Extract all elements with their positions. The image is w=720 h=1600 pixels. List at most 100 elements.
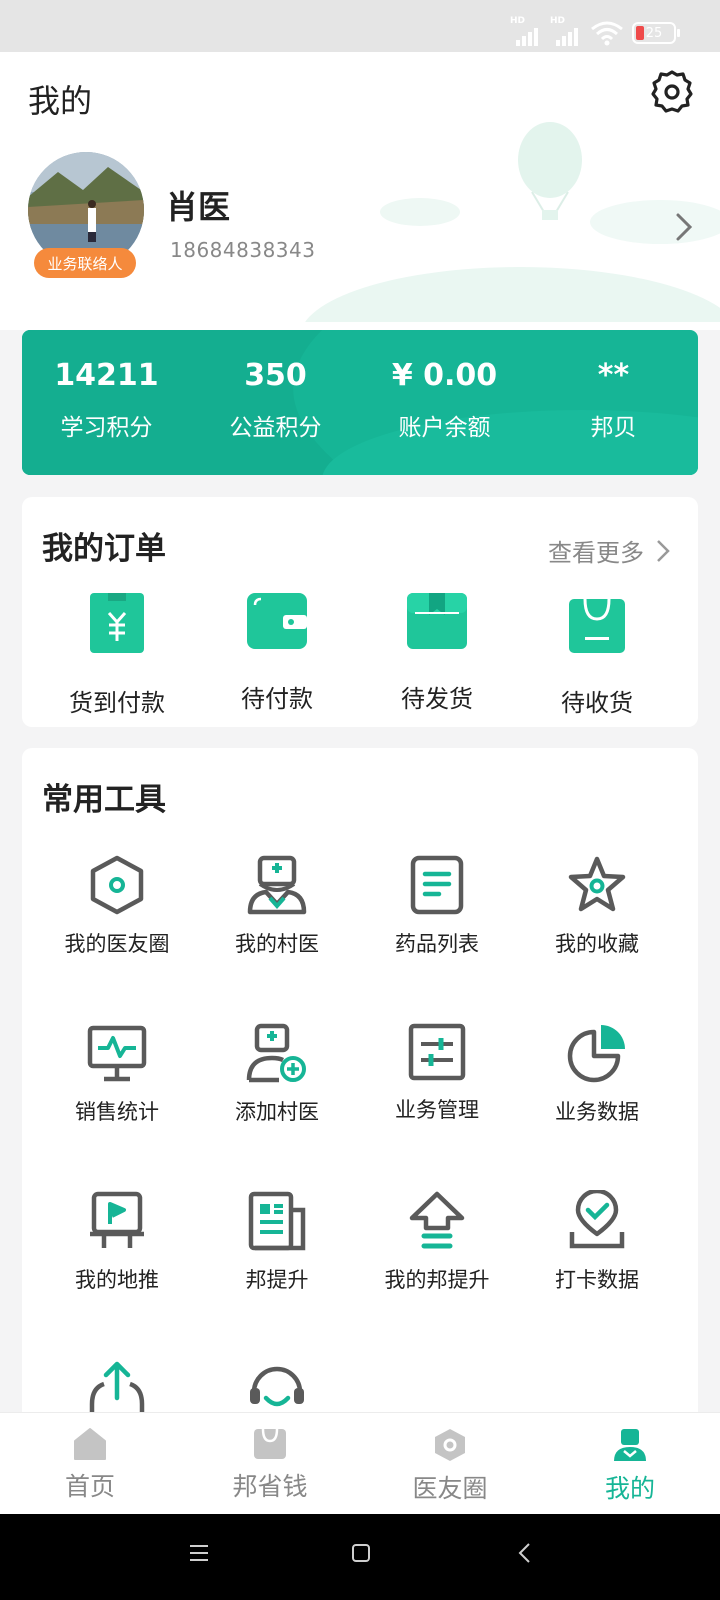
tool-sales-stats[interactable]: 销售统计 [42,1022,192,1126]
user-name: 肖医 [166,188,231,226]
tool-business-management[interactable]: 业务管理 [362,1022,512,1124]
tool-label: 业务数据 [555,1100,639,1124]
stat-value: ** [597,358,630,393]
headset-icon [250,1366,304,1407]
tool-label: 添加村医 [235,1100,319,1124]
view-more-label: 查看更多 [548,539,644,567]
pie-chart-icon [567,1025,625,1083]
monitor-chart-icon [87,1025,147,1082]
page-title: 我的 [28,82,93,120]
document-list-icon [410,855,464,915]
billboard-flag-icon [90,1191,144,1248]
signal-hd-label: HD [510,16,526,26]
hexagon-icon [90,855,144,915]
tool-label: 打卡数据 [555,1268,639,1292]
order-label: 待收货 [561,689,633,717]
nav-circle[interactable]: 医友圈 [360,1427,540,1505]
status-bar: HD HD 25 [0,0,720,52]
tool-my-promotion[interactable]: 我的地推 [42,1190,192,1294]
sliders-icon [408,1023,466,1081]
tool-label: 我的村医 [235,932,319,956]
share-icon [89,1361,145,1419]
bag-icon [254,1428,286,1459]
tool-label: 业务管理 [395,1098,479,1122]
shopping-bag-icon [569,598,625,653]
signal-icon: HD [510,16,542,46]
tool-my-bang-improve[interactable]: 我的邦提升 [362,1190,512,1294]
orders-card: 我的订单 查看更多 货到付款 待付款 待发货 待收货 [22,497,698,727]
stat-label: 账户余额 [398,415,491,441]
tool-bang-improve[interactable]: 邦提升 [202,1190,352,1294]
home-square-icon[interactable] [350,1542,372,1564]
menu-icon[interactable] [188,1542,210,1564]
stat-value: 350 [244,358,307,393]
bottom-nav: 首页 邦省钱 医友圈 我的 [0,1412,720,1514]
orders-title: 我的订单 [42,531,166,567]
stat-label: 学习积分 [60,415,153,441]
tool-checkin-data[interactable]: 打卡数据 [522,1190,672,1294]
stat-value: 14211 [54,358,159,393]
person-icon [614,1429,646,1461]
gear-icon[interactable] [648,68,696,116]
wifi-icon [591,21,623,46]
nav-label: 我的 [604,1474,655,1503]
system-nav-bar [0,1514,720,1600]
order-pending-shipment[interactable]: 待发货 [362,591,512,714]
nav-label: 首页 [64,1472,115,1501]
order-pending-payment[interactable]: 待付款 [202,591,352,714]
nav-label: 邦省钱 [232,1472,308,1501]
stat-bangbei[interactable]: ** 邦贝 [529,356,698,442]
chevron-right-icon [657,539,670,562]
tool-label: 销售统计 [75,1100,159,1124]
upload-arrow-icon [409,1191,465,1249]
wallet-icon [247,593,307,649]
chevron-right-icon[interactable] [674,212,694,242]
tool-favorites[interactable]: 我的收藏 [522,854,672,958]
order-label: 货到付款 [69,689,165,717]
tool-label: 我的地推 [75,1268,159,1292]
add-doctor-icon [246,1023,306,1083]
hexagon-icon [435,1429,465,1461]
order-pending-receipt[interactable]: 待收货 [522,591,672,718]
nav-mine[interactable]: 我的 [540,1427,720,1505]
nav-home[interactable]: 首页 [0,1427,180,1503]
stat-account-balance[interactable]: ¥ 0.00 账户余额 [360,356,529,442]
tool-business-data[interactable]: 业务数据 [522,1022,672,1126]
order-label: 待付款 [241,685,313,713]
order-label: 待发货 [401,685,473,713]
tool-customer-service[interactable] [202,1358,352,1420]
tool-drug-list[interactable]: 药品列表 [362,854,512,958]
newspaper-icon [248,1191,306,1251]
battery-level: 25 [645,25,663,41]
battery-icon: 25 [632,22,680,44]
stat-value: ¥ 0.00 [391,358,498,393]
nav-save-money[interactable]: 邦省钱 [180,1427,360,1503]
tools-title: 常用工具 [42,782,166,818]
order-cash-on-delivery[interactable]: 货到付款 [42,591,192,718]
signal-hd-label: HD [550,16,566,26]
stat-study-points[interactable]: 14211 学习积分 [22,356,191,442]
tool-my-circle[interactable]: 我的医友圈 [42,854,192,958]
doctor-icon [247,855,307,915]
stats-card: 14211 学习积分 350 公益积分 ¥ 0.00 账户余额 ** 邦贝 [22,330,698,475]
nav-label: 医友圈 [412,1474,488,1503]
status-icons: HD HD 25 [510,16,680,46]
tool-my-doctors[interactable]: 我的村医 [202,854,352,958]
home-icon [74,1428,106,1460]
signal-icon: HD [550,16,582,46]
tool-label: 我的收藏 [555,932,639,956]
back-icon[interactable] [514,1542,536,1564]
tool-add-doctor[interactable]: 添加村医 [202,1022,352,1126]
user-phone: 18684838343 [170,238,316,262]
stat-label: 邦贝 [590,415,637,441]
box-icon [407,593,467,649]
tool-label: 我的医友圈 [64,932,170,956]
tool-share[interactable] [42,1358,192,1420]
profile-header: 我的 业务联络人 肖医 18684838343 [0,52,720,330]
tool-label: 药品列表 [395,932,479,956]
stat-charity-points[interactable]: 350 公益积分 [191,356,360,442]
view-more-link[interactable]: 查看更多 [548,533,670,568]
checkin-pin-icon [569,1190,625,1249]
tools-card: 常用工具 我的医友圈 我的村医 药品列表 我的收藏 销售统计 添加村医 业务管理… [22,748,698,1448]
tool-label: 邦提升 [245,1268,309,1292]
